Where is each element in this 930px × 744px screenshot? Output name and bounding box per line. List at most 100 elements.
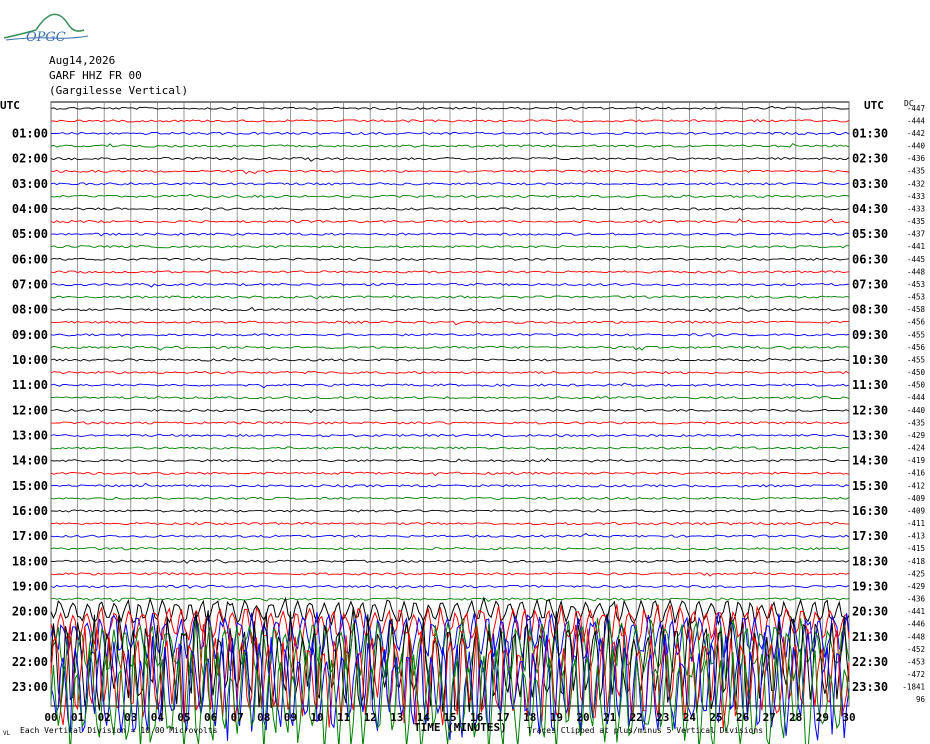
left-hour-label: 01:00 xyxy=(12,126,48,140)
right-hour-label: 22:30 xyxy=(852,655,888,669)
x-tick-label: 25 xyxy=(709,711,722,724)
right-hour-label: 09:30 xyxy=(852,328,888,342)
dc-offset-label: -441 xyxy=(907,242,925,251)
right-axis-label: UTC xyxy=(864,99,884,112)
dc-offset-label: -445 xyxy=(907,255,925,264)
dc-offset-label: -435 xyxy=(907,217,925,226)
x-tick-label: 19 xyxy=(550,711,563,724)
dc-offset-label: -418 xyxy=(907,557,926,566)
left-hour-label: 19:00 xyxy=(12,579,48,593)
right-hour-label: 21:30 xyxy=(852,630,888,644)
left-hour-label: 21:00 xyxy=(12,630,48,644)
x-tick-label: 02 xyxy=(98,711,111,724)
right-hour-label: 07:30 xyxy=(852,277,888,291)
left-hour-label: 10:00 xyxy=(12,353,48,367)
x-tick-label: 21 xyxy=(603,711,617,724)
x-tick-label: 03 xyxy=(124,711,137,724)
footer-mark: VL xyxy=(3,730,11,737)
right-hour-label: 16:30 xyxy=(852,504,888,518)
dc-offset-label: -436 xyxy=(907,595,926,604)
dc-offset-label: -409 xyxy=(907,506,925,515)
footer-clip-note: Traces Clipped at plus/minus 5 Vertical … xyxy=(527,726,764,735)
x-tick-label: 01 xyxy=(71,711,85,724)
dc-offset-label: -452 xyxy=(907,645,925,654)
left-hour-label: 04:00 xyxy=(12,202,48,216)
right-hour-label: 20:30 xyxy=(852,605,888,619)
dc-offset-label: -456 xyxy=(907,318,926,327)
x-tick-label: 29 xyxy=(816,711,829,724)
chart-date: Aug14,2026 xyxy=(49,54,116,67)
left-hour-label: 18:00 xyxy=(12,554,48,568)
x-tick-label: 08 xyxy=(257,711,270,724)
dc-offset-label: -446 xyxy=(907,620,926,629)
left-hour-label: 16:00 xyxy=(12,504,48,518)
footer-scale-note: Each Vertical Division = 10.00 Microvolt… xyxy=(20,726,218,735)
x-tick-label: 20 xyxy=(576,711,589,724)
right-hour-label: 05:30 xyxy=(852,227,888,241)
dc-offset-label: -429 xyxy=(907,582,925,591)
left-hour-label: 07:00 xyxy=(12,277,48,291)
left-hour-label: 08:00 xyxy=(12,303,48,317)
dc-offset-label: -448 xyxy=(907,632,926,641)
dc-offset-label: -444 xyxy=(907,116,926,125)
right-hour-label: 19:30 xyxy=(852,579,888,593)
right-hour-label: 15:30 xyxy=(852,479,888,493)
x-tick-label: 28 xyxy=(789,711,802,724)
x-tick-label: 07 xyxy=(231,711,244,724)
dc-offset-label: -415 xyxy=(907,544,925,553)
x-tick-label: 10 xyxy=(310,711,323,724)
x-tick-label: 18 xyxy=(523,711,536,724)
dc-offset-label: -455 xyxy=(907,330,925,339)
station-location: (Gargilesse Vertical) xyxy=(49,84,189,97)
x-tick-label: 13 xyxy=(390,711,403,724)
dc-offset-label: -437 xyxy=(907,230,925,239)
dc-offset-label: -448 xyxy=(907,267,926,276)
left-hour-label: 12:00 xyxy=(12,403,48,417)
right-hour-label: 11:30 xyxy=(852,378,888,392)
dc-offset-label: -433 xyxy=(907,204,925,213)
left-hour-label: 03:00 xyxy=(12,177,48,191)
dc-offset-label: -409 xyxy=(907,494,925,503)
dc-offset-label: -453 xyxy=(907,657,925,666)
dc-column-label: DC xyxy=(904,99,914,108)
dc-offset-label: -444 xyxy=(907,393,926,402)
opgc-logo-icon: OPGC xyxy=(3,13,89,44)
dc-offset-label: -411 xyxy=(907,519,925,528)
dc-offset-label: -419 xyxy=(907,456,925,465)
dc-offset-label: -424 xyxy=(907,444,926,453)
x-tick-label: 09 xyxy=(284,711,297,724)
dc-offset-label: -453 xyxy=(907,293,925,302)
dc-offset-label: -425 xyxy=(907,569,925,578)
dc-offset-label: -440 xyxy=(907,142,926,151)
dc-offset-label: 96 xyxy=(916,695,926,704)
right-hour-label: 18:30 xyxy=(852,554,888,568)
x-tick-label: 05 xyxy=(177,711,190,724)
left-hour-label: 13:00 xyxy=(12,428,48,442)
dc-offset-label: -429 xyxy=(907,431,925,440)
right-hour-label: 17:30 xyxy=(852,529,888,543)
x-tick-label: 27 xyxy=(763,711,776,724)
x-tick-label: 12 xyxy=(364,711,377,724)
x-tick-label: 00 xyxy=(44,711,57,724)
dc-offset-label: -453 xyxy=(907,280,925,289)
x-tick-label: 04 xyxy=(151,711,165,724)
left-hour-label: 09:00 xyxy=(12,328,48,342)
right-hour-label: 02:30 xyxy=(852,152,888,166)
dc-offset-label: -433 xyxy=(907,192,925,201)
left-hour-label: 06:00 xyxy=(12,252,48,266)
right-hour-label: 13:30 xyxy=(852,428,888,442)
left-hour-label: 02:00 xyxy=(12,152,48,166)
x-tick-label: 30 xyxy=(842,711,855,724)
dc-offset-label: -472 xyxy=(907,670,925,679)
dc-offset-label: -416 xyxy=(907,469,926,478)
dc-offset-label: -458 xyxy=(907,305,926,314)
right-hour-label: 03:30 xyxy=(852,177,888,191)
right-hour-label: 10:30 xyxy=(852,353,888,367)
left-hour-label: 17:00 xyxy=(12,529,48,543)
x-tick-label: 26 xyxy=(736,711,750,724)
dc-offset-label: -1841 xyxy=(902,683,925,692)
dc-offset-label: -412 xyxy=(907,481,925,490)
dc-offset-label: -432 xyxy=(907,179,925,188)
dc-offset-label: -450 xyxy=(907,368,926,377)
left-hour-label: 20:00 xyxy=(12,605,48,619)
